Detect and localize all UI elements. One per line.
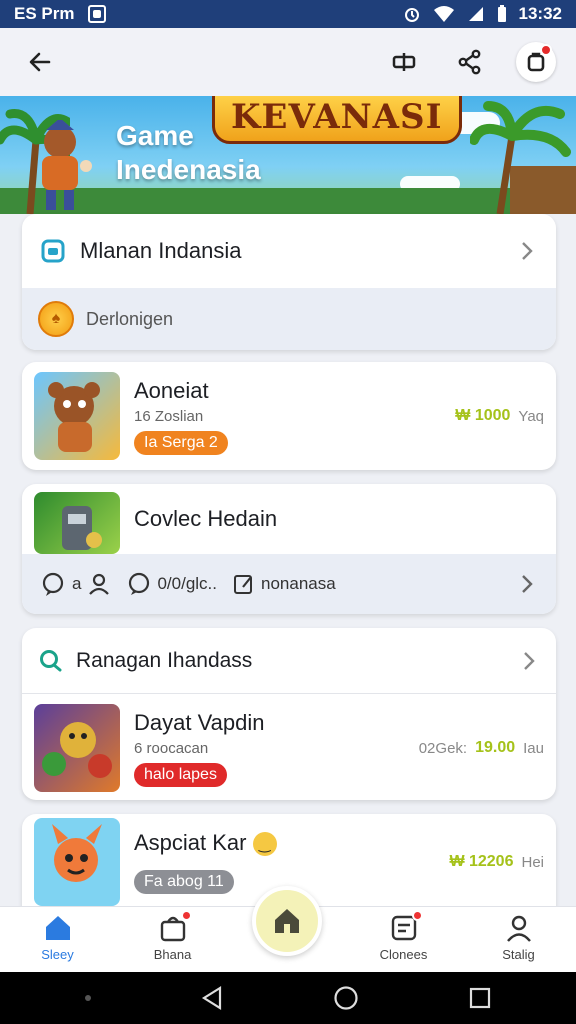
like-button[interactable]: a bbox=[40, 571, 111, 597]
action-bar: a 0/0/glc.. nonanasa bbox=[22, 554, 556, 614]
comment-label: 0/0/glc.. bbox=[157, 574, 218, 593]
badge-dot bbox=[180, 910, 192, 921]
share-icon bbox=[458, 49, 481, 75]
game-subtitle: 16 Zoslian bbox=[134, 407, 204, 425]
back-button[interactable] bbox=[20, 42, 60, 82]
app-bar bbox=[0, 28, 576, 96]
wifi-icon bbox=[433, 6, 454, 22]
price-unit: Hei bbox=[521, 853, 544, 871]
back-triangle-icon[interactable] bbox=[201, 986, 223, 1010]
category-title: Ranagan Ihandass bbox=[76, 648, 253, 672]
badge-dot bbox=[411, 910, 423, 921]
search-icon bbox=[40, 649, 62, 671]
game-thumbnail bbox=[34, 818, 120, 906]
square-icon bbox=[41, 239, 65, 263]
carrier-label: ES Prm bbox=[14, 4, 75, 23]
game-tag: Fa abog 11 bbox=[134, 870, 234, 895]
price-amount: 12206 bbox=[468, 853, 514, 870]
like-count: a bbox=[72, 574, 82, 593]
comment-bubble-icon bbox=[42, 572, 64, 596]
alarm-icon bbox=[404, 8, 419, 22]
comment-button[interactable]: 0/0/glc.. bbox=[127, 572, 217, 596]
share-button[interactable] bbox=[450, 42, 490, 82]
game-price: ₩ 12206 Hei bbox=[449, 853, 544, 871]
category-sub-label: Derlonigen bbox=[86, 308, 174, 329]
banner-title-line1: Game bbox=[116, 120, 194, 151]
game-thumbnail bbox=[34, 492, 120, 554]
banner-title-line2: Inedenasia bbox=[116, 154, 261, 185]
share-label: nonanasa bbox=[261, 574, 336, 593]
game-card[interactable]: Covlec Hedain a 0/0/glc.. nonanasa bbox=[22, 484, 556, 614]
game-card[interactable]: Aoneiat 16 Zoslian Ia Serga 2 ₩ 1000 Yaq bbox=[22, 362, 556, 470]
game-subtitle: 6 roocacan bbox=[134, 739, 209, 757]
game-tag: Ia Serga 2 bbox=[134, 430, 228, 455]
game-title: Aoneiat bbox=[134, 377, 209, 403]
tab-label: Bhana bbox=[153, 947, 192, 962]
chevron-right-icon bbox=[518, 650, 540, 672]
mascot-character bbox=[42, 120, 92, 210]
arrow-left-icon bbox=[29, 52, 51, 72]
smiley-icon: ‿ bbox=[252, 832, 277, 857]
person-icon bbox=[504, 913, 534, 943]
signal-icon bbox=[468, 7, 483, 21]
price-value: ₩ 1000 bbox=[455, 407, 511, 424]
category-title: Mlanan Indansia bbox=[80, 238, 242, 263]
game-title: Covlec Hedain bbox=[134, 506, 278, 531]
chevron-right-icon bbox=[516, 240, 538, 262]
palm-tree-icon bbox=[470, 101, 576, 214]
game-price: 02Gek: 19.00 Iau bbox=[419, 739, 544, 757]
game-logo: KEVANASI bbox=[212, 96, 462, 144]
game-thumbnail bbox=[34, 372, 120, 460]
list-icon bbox=[389, 910, 423, 943]
game-price: ₩ 1000 Yaq bbox=[455, 407, 544, 425]
tab-label: Clonees bbox=[379, 947, 428, 962]
price-prefix: 02Gek: bbox=[418, 739, 468, 757]
bag-icon bbox=[158, 910, 192, 943]
split-icon bbox=[392, 53, 416, 71]
home-fab-button[interactable] bbox=[252, 886, 322, 956]
category-card: Mlanan Indansia ♠ Derlonigen bbox=[22, 214, 556, 350]
chevron-right-icon[interactable] bbox=[516, 573, 538, 595]
house-icon bbox=[275, 909, 299, 933]
status-bar: ES Prm 13:32 bbox=[0, 0, 576, 28]
game-tag: halo lapes bbox=[134, 762, 227, 787]
tab-store[interactable]: Bhana bbox=[115, 907, 230, 972]
game-row[interactable]: Dayat Vapdin 6 roocacan halo lapes 02Gek… bbox=[22, 694, 556, 800]
user-icon bbox=[89, 573, 110, 595]
house-icon bbox=[43, 913, 73, 943]
tab-home[interactable]: Sleey bbox=[0, 907, 115, 972]
category-header[interactable]: Ranagan Ihandass bbox=[22, 628, 556, 694]
dot-indicator bbox=[85, 995, 91, 1001]
chat-icon bbox=[129, 572, 150, 595]
tab-label: Stalig bbox=[502, 947, 535, 962]
home-circle-icon[interactable] bbox=[333, 985, 359, 1011]
category-sub-row[interactable]: ♠ Derlonigen bbox=[22, 288, 556, 350]
promo-banner[interactable]: KEVANASI Game Inedenasia bbox=[0, 96, 576, 214]
clock: 13:32 bbox=[518, 4, 562, 23]
recents-square-icon[interactable] bbox=[469, 987, 491, 1009]
category-card: Ranagan Ihandass Dayat Vapdin 6 roocacan… bbox=[22, 628, 556, 800]
battery-icon bbox=[497, 5, 506, 22]
game-thumbnail bbox=[34, 704, 120, 792]
tab-messages[interactable]: Clonees bbox=[346, 907, 461, 972]
bookmark-button[interactable] bbox=[384, 42, 424, 82]
game-title: Dayat Vapdin bbox=[134, 709, 265, 735]
price-unit: Iau bbox=[523, 739, 544, 757]
system-navigation-bar bbox=[0, 972, 576, 1024]
price-amount: 1000 bbox=[474, 407, 511, 424]
price-amount: 19.00 bbox=[475, 739, 516, 756]
share-action-button[interactable]: nonanasa bbox=[233, 573, 336, 595]
game-title: Aspciat Kar ‿ bbox=[134, 829, 277, 857]
cart-button[interactable] bbox=[516, 42, 556, 82]
price-unit: Yaq bbox=[518, 407, 544, 425]
notification-badge bbox=[540, 44, 552, 56]
edit-icon bbox=[234, 575, 253, 594]
tab-profile[interactable]: Stalig bbox=[461, 907, 576, 972]
coin-icon: ♠ bbox=[38, 301, 74, 337]
price-value: ₩ 12206 bbox=[449, 853, 514, 870]
category-header[interactable]: Mlanan Indansia bbox=[22, 214, 556, 288]
game-title-text: Aspciat Kar bbox=[134, 829, 247, 855]
notification-icon bbox=[88, 5, 107, 23]
tab-label: Sleey bbox=[41, 947, 74, 962]
